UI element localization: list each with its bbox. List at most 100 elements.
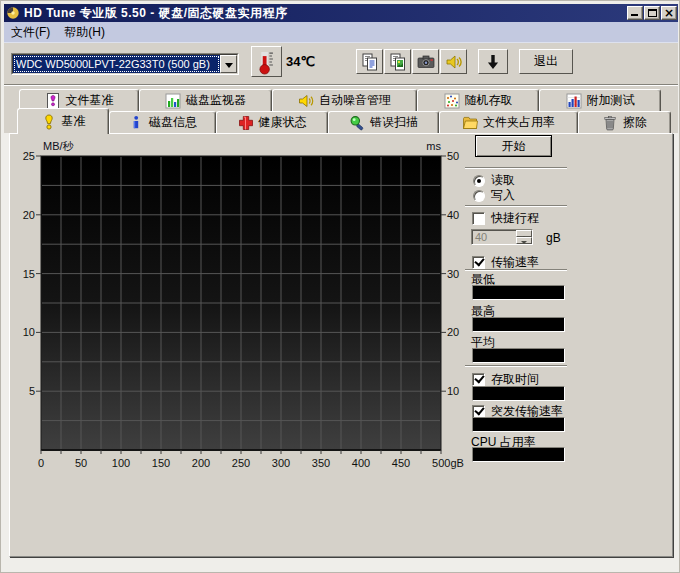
transfer-rate-box[interactable] — [472, 256, 485, 269]
svg-text:MB/秒: MB/秒 — [43, 140, 75, 152]
minimum-value-box — [472, 285, 565, 300]
average-value-box — [472, 348, 565, 363]
folder-usage-icon — [462, 115, 478, 131]
tab-random-access[interactable]: 随机存取 — [417, 89, 539, 111]
svg-text:5: 5 — [29, 385, 35, 397]
separator — [465, 167, 567, 169]
tab-disk-info[interactable]: 磁盘信息 — [109, 111, 216, 133]
copy-text-button[interactable] — [356, 49, 383, 74]
capacity-spinner[interactable]: 40 — [471, 229, 533, 245]
svg-text:250: 250 — [232, 457, 250, 469]
svg-text:400: 400 — [352, 457, 370, 469]
drive-select-value: WDC WD5000LPVT-22G33T0 (500 gB) — [13, 55, 220, 73]
tab-erase[interactable]: 擦除 — [578, 111, 671, 133]
short-stroke-label: 快捷行程 — [491, 210, 539, 227]
camera-icon — [416, 52, 436, 72]
radio-read-circle[interactable] — [473, 175, 485, 187]
tab-health[interactable]: 健康状态 — [216, 111, 328, 133]
tab-aam[interactable]: 自动噪音管理 — [272, 89, 417, 111]
close-button[interactable]: × — [661, 6, 677, 20]
spin-down-button[interactable] — [516, 237, 532, 244]
tab-extra-tests[interactable]: 附加测试 — [539, 89, 661, 111]
maximize-button[interactable] — [644, 6, 660, 20]
access-time-box[interactable] — [472, 373, 485, 386]
erase-icon — [602, 115, 618, 131]
tab-label: 自动噪音管理 — [319, 92, 391, 109]
minimize-icon — [631, 14, 638, 16]
svg-text:50: 50 — [447, 150, 459, 162]
cpu-usage-value-box — [472, 447, 565, 462]
radio-write-label: 写入 — [491, 187, 515, 204]
window-title: HD Tune 专业版 5.50 - 硬盘/固态硬盘实用程序 — [24, 5, 287, 22]
sound-button[interactable] — [440, 49, 467, 74]
svg-text:200: 200 — [192, 457, 210, 469]
benchmark-icon — [41, 114, 57, 130]
drive-select-arrow[interactable] — [220, 55, 237, 73]
menu-bar: 文件(F) 帮助(H) — [4, 22, 678, 43]
disk-monitor-icon — [165, 93, 181, 109]
save-results-button[interactable] — [478, 49, 508, 74]
svg-text:350: 350 — [312, 457, 330, 469]
svg-text:20: 20 — [23, 209, 35, 221]
svg-text:15: 15 — [23, 268, 35, 280]
svg-text:10: 10 — [23, 326, 35, 338]
minimize-button[interactable] — [627, 6, 643, 20]
radio-write[interactable]: 写入 — [473, 187, 515, 204]
separator — [465, 205, 567, 207]
copy-image-button[interactable] — [384, 49, 411, 74]
tab-benchmark[interactable]: 基准 — [17, 108, 109, 134]
start-label: 开始 — [502, 138, 526, 155]
spin-up-button[interactable] — [516, 230, 532, 237]
capacity-unit-label: gB — [546, 231, 561, 245]
maximum-value-box — [472, 317, 565, 332]
exit-label: 退出 — [534, 53, 558, 70]
tab-label: 基准 — [62, 113, 86, 130]
health-icon — [238, 115, 254, 131]
close-icon: × — [662, 6, 676, 20]
app-icon — [6, 6, 20, 20]
random-access-icon — [444, 93, 460, 109]
svg-text:20: 20 — [447, 326, 459, 338]
access-time-value-box — [472, 386, 565, 401]
svg-text:10: 10 — [447, 385, 459, 397]
svg-text:ms: ms — [426, 140, 441, 152]
tab-label: 磁盘信息 — [149, 114, 197, 131]
temperature-button[interactable] — [251, 46, 282, 77]
title-bar: HD Tune 专业版 5.50 - 硬盘/固态硬盘实用程序 — [4, 4, 678, 22]
copy-image-icon — [388, 52, 408, 72]
separator — [465, 365, 567, 367]
drive-select[interactable]: WDC WD5000LPVT-22G33T0 (500 gB) — [11, 53, 239, 75]
tab-label: 擦除 — [623, 114, 647, 131]
menu-help[interactable]: 帮助(H) — [57, 22, 112, 43]
svg-text:0: 0 — [38, 457, 44, 469]
svg-text:300: 300 — [272, 457, 290, 469]
svg-text:25: 25 — [23, 150, 35, 162]
screenshot-button[interactable] — [412, 49, 439, 74]
tab-label: 附加测试 — [587, 92, 635, 109]
short-stroke-box[interactable] — [472, 212, 485, 225]
tab-label: 磁盘监视器 — [186, 92, 246, 109]
svg-text:500gB: 500gB — [432, 457, 464, 469]
tab-error-scan[interactable]: 错误扫描 — [328, 111, 439, 133]
down-arrow-icon — [483, 52, 503, 72]
start-button[interactable]: 开始 — [475, 135, 552, 157]
tab-folder-usage[interactable]: 文件夹占用率 — [439, 111, 578, 133]
tab-label: 错误扫描 — [370, 114, 418, 131]
svg-text:100: 100 — [112, 457, 130, 469]
aam-icon — [298, 93, 314, 109]
maximize-icon — [648, 9, 657, 17]
capacity-value: 40 — [472, 230, 516, 244]
sound-icon — [444, 52, 464, 72]
radio-write-circle[interactable] — [473, 190, 485, 202]
exit-button[interactable]: 退出 — [519, 49, 573, 74]
file-benchmark-icon — [45, 93, 61, 109]
burst-rate-value-box — [472, 417, 565, 432]
tab-disk-monitor[interactable]: 磁盘监视器 — [139, 89, 272, 111]
menu-file[interactable]: 文件(F) — [4, 22, 57, 43]
svg-text:450: 450 — [392, 457, 410, 469]
tab-label: 文件基准 — [66, 92, 114, 109]
app-window: HD Tune 专业版 5.50 - 硬盘/固态硬盘实用程序 × 文件(F) 帮… — [0, 0, 680, 573]
short-stroke-checkbox[interactable]: 快捷行程 — [472, 210, 539, 227]
temperature-value: 34℃ — [286, 54, 315, 69]
benchmark-chart: 2520151055040302010050100150200250300350… — [9, 133, 673, 481]
